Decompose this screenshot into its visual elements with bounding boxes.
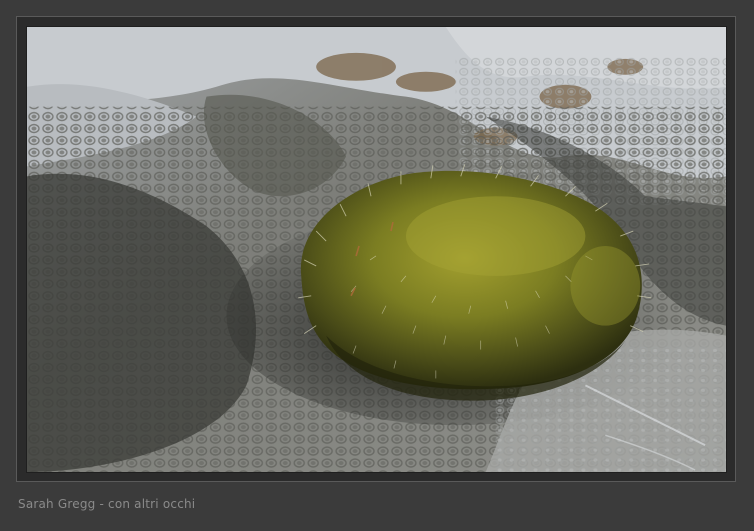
photo-illustration	[27, 27, 726, 472]
page: Sarah Gregg - con altri occhi	[0, 0, 754, 531]
photo-moss-on-rock	[26, 26, 727, 473]
photo-credit: Sarah Gregg - con altri occhi	[18, 497, 196, 511]
